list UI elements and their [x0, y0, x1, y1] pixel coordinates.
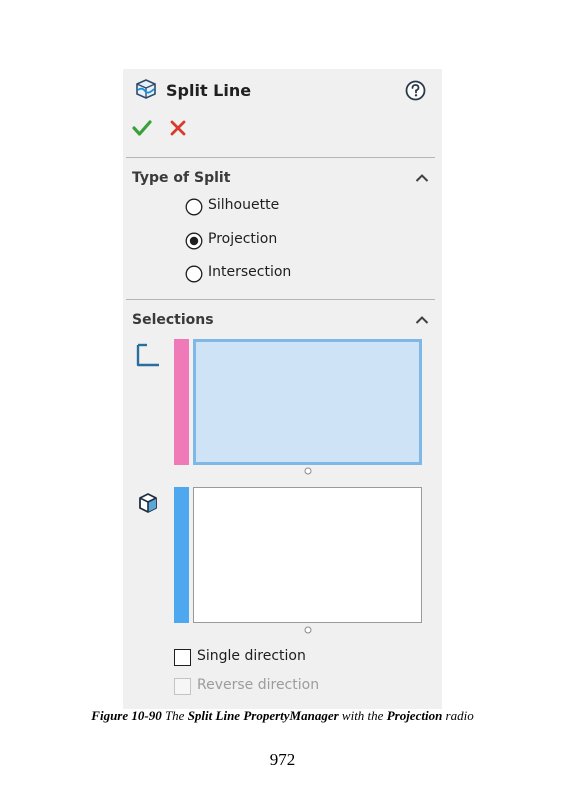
- figure-label: Figure 10-90: [91, 708, 162, 723]
- caption-text: with the: [338, 708, 387, 723]
- section-divider: [126, 299, 435, 300]
- radio-selected-icon[interactable]: [185, 232, 203, 250]
- faces-to-split-selection-box[interactable]: [193, 487, 422, 623]
- radio-circle-icon[interactable]: [185, 265, 203, 283]
- type-of-split-title: Type of Split: [132, 170, 231, 186]
- caption-bold-text: Split Line PropertyManager: [187, 708, 339, 723]
- caption-text: radio: [442, 708, 474, 723]
- caption-bold-text: Projection: [386, 708, 443, 723]
- selections-title: Selections: [132, 312, 214, 328]
- header-divider: [126, 157, 435, 158]
- sketch-to-project-selection-box[interactable]: [193, 339, 422, 465]
- caption-text: The: [161, 708, 188, 723]
- reverse-direction-checkbox: [174, 678, 191, 695]
- single-direction-checkbox[interactable]: [174, 649, 191, 666]
- radio-circle-icon[interactable]: [185, 198, 203, 216]
- reverse-direction-label: Reverse direction: [197, 677, 320, 693]
- ok-checkmark-icon[interactable]: [132, 119, 152, 137]
- radio-label-silhouette: Silhouette: [208, 197, 280, 213]
- resize-handle-icon[interactable]: [304, 626, 312, 634]
- split-line-property-manager: Split Line Type of Split Silhouette Proj…: [123, 69, 442, 709]
- faces-selection-color-bar: [174, 487, 189, 623]
- resize-handle-icon[interactable]: [304, 467, 312, 475]
- radio-label-intersection: Intersection: [208, 264, 292, 280]
- cancel-x-icon[interactable]: [170, 120, 186, 136]
- collapse-chevron-icon[interactable]: [415, 315, 429, 325]
- help-icon[interactable]: [405, 80, 426, 101]
- figure-caption: Figure 10-90 The Split Line PropertyMana…: [0, 708, 565, 724]
- property-manager-title: Split Line: [166, 81, 252, 100]
- collapse-chevron-icon[interactable]: [415, 173, 429, 183]
- split-line-feature-icon: [136, 79, 156, 99]
- sketch-selection-color-bar: [174, 339, 189, 465]
- radio-label-projection: Projection: [208, 231, 278, 247]
- sketch-icon: [136, 343, 159, 367]
- page-number: 972: [269, 750, 296, 769]
- face-cube-icon: [139, 493, 157, 513]
- single-direction-label: Single direction: [197, 648, 306, 664]
